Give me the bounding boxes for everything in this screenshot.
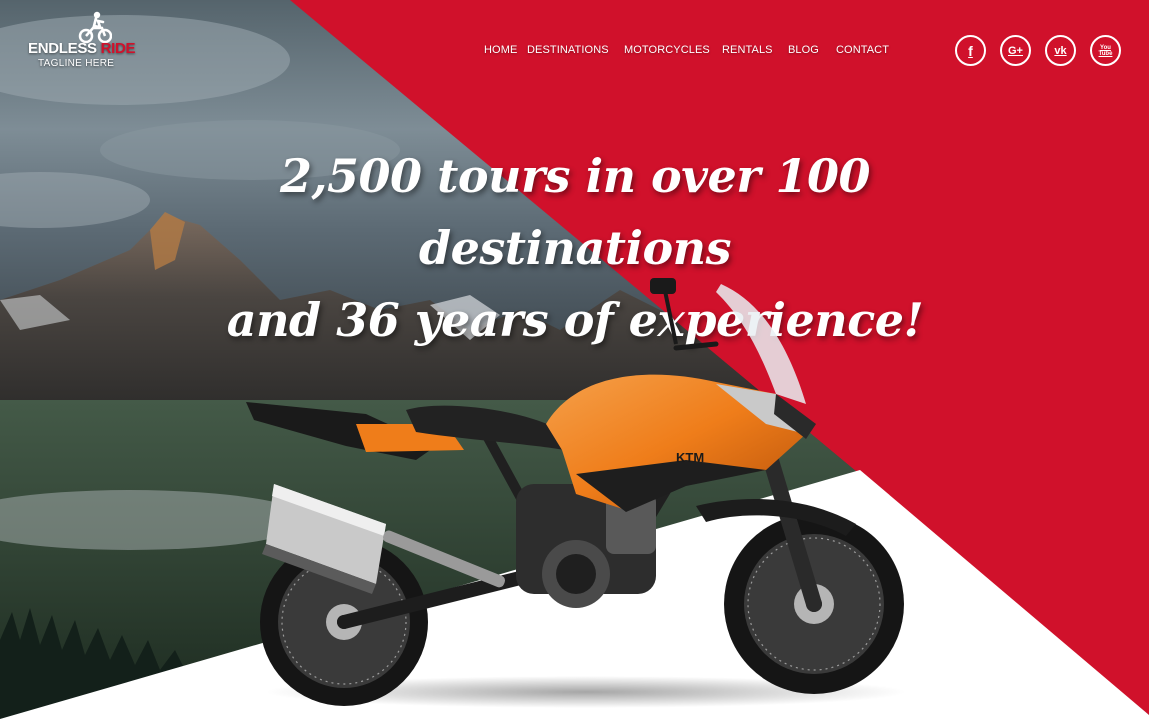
logo-tagline: TAGLINE HERE <box>38 58 115 69</box>
nav-item-destinations[interactable]: DESTINATIONS <box>527 44 609 56</box>
vk-icon[interactable]: vk <box>1045 35 1076 66</box>
nav-item-contact[interactable]: CONTACT <box>836 44 889 56</box>
nav-item-blog[interactable]: BLOG <box>788 44 819 56</box>
nav-item-home[interactable]: HOME <box>484 44 517 56</box>
motocross-rider-icon <box>78 11 112 44</box>
hero-section: ENDLESS RIDE TAGLINE HERE HOME DESTINATI… <box>0 0 1149 719</box>
google-plus-icon[interactable]: G+ <box>1000 35 1031 66</box>
bike-brand-label: KTM <box>676 450 704 465</box>
nav-item-motorcycles[interactable]: MOTORCYCLES <box>624 44 710 56</box>
logo-name-part1: ENDLESS <box>28 40 97 57</box>
site-logo[interactable]: ENDLESS RIDE TAGLINE HERE <box>28 10 136 72</box>
facebook-icon[interactable]: f <box>955 35 986 66</box>
mirror <box>650 278 676 294</box>
logo-name-part2: RIDE <box>100 40 136 57</box>
youtube-icon[interactable]: You Tube <box>1090 35 1121 66</box>
hero-headline-line1: 2,500 tours in over 100 destinations <box>280 149 870 275</box>
nav-item-rentals[interactable]: RENTALS <box>722 44 773 56</box>
motorcycle-image: KTM <box>246 278 906 708</box>
logo-wordmark: ENDLESS RIDE <box>28 40 136 57</box>
